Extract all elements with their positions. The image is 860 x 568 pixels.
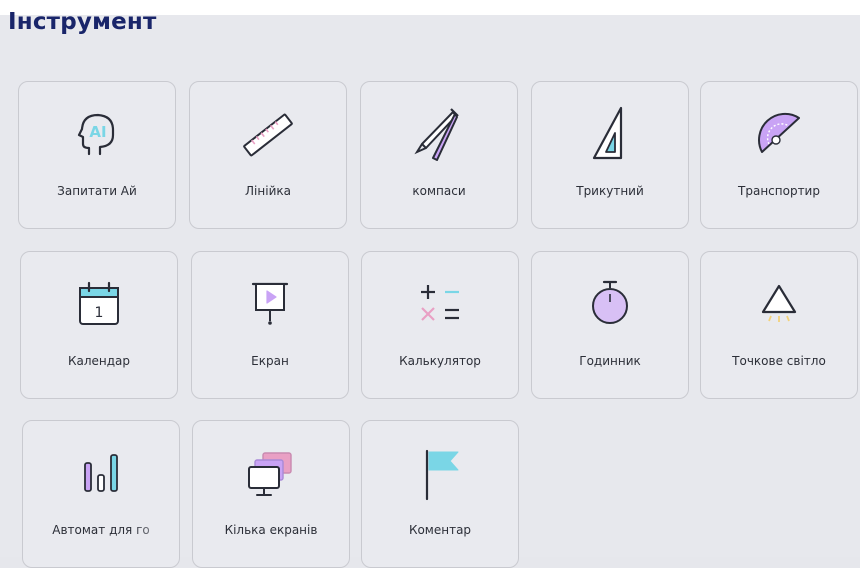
tool-label: Точкове світло — [732, 354, 826, 368]
tool-screen[interactable]: Екран — [191, 251, 349, 399]
tool-label: Кілька екранів — [224, 523, 318, 537]
tool-comment[interactable]: Коментар — [361, 420, 519, 568]
stopwatch-icon — [580, 274, 640, 334]
triangle-ruler-icon — [580, 104, 640, 164]
tool-label: Автомат для го — [52, 523, 150, 537]
spotlight-icon — [749, 274, 809, 334]
protractor-icon — [749, 104, 809, 164]
ai-head-icon: AI — [67, 104, 127, 164]
tool-ruler[interactable]: Лінійка — [189, 81, 347, 229]
multi-screen-icon — [241, 443, 301, 503]
tool-calculator[interactable]: Калькулятор — [361, 251, 519, 399]
calendar-day: 1 — [95, 305, 104, 321]
tool-triangle[interactable]: Трикутний — [531, 81, 689, 229]
tool-clock[interactable]: Годинник — [531, 251, 689, 399]
tool-label: Транспортир — [738, 184, 820, 198]
tool-label: компаси — [412, 184, 466, 198]
flag-icon — [410, 443, 470, 503]
compass-icon — [409, 104, 469, 164]
tool-multi-screen[interactable]: Кілька екранів — [192, 420, 350, 568]
tool-label: Трикутний — [576, 184, 644, 198]
tool-label: Годинник — [579, 354, 641, 368]
tool-compass[interactable]: компаси — [360, 81, 518, 229]
section-title: Інструмент — [8, 9, 157, 35]
tool-label: Запитати Ай — [57, 184, 137, 198]
tool-label: Коментар — [408, 523, 472, 537]
bar-chart-icon — [71, 443, 131, 503]
ruler-icon — [238, 104, 298, 164]
projector-screen-icon — [240, 274, 300, 334]
calendar-icon: 1 — [69, 274, 129, 334]
tool-label: Калькулятор — [399, 354, 481, 368]
calculator-icon — [410, 274, 470, 334]
tool-ask-ai[interactable]: AI Запитати Ай — [18, 81, 176, 229]
tool-protractor[interactable]: Транспортир — [700, 81, 858, 229]
tool-poll-machine[interactable]: Автомат для го — [22, 420, 180, 568]
tool-label: Лінійка — [245, 184, 291, 198]
tool-spotlight[interactable]: Точкове світло — [700, 251, 858, 399]
tools-panel: Інструмент AI Запитати Ай Лінійка компас… — [0, 9, 860, 568]
ai-label: AI — [89, 123, 106, 141]
tool-label: Екран — [251, 354, 289, 368]
tool-label: Календар — [67, 354, 131, 368]
tool-calendar[interactable]: 1 Календар — [20, 251, 178, 399]
